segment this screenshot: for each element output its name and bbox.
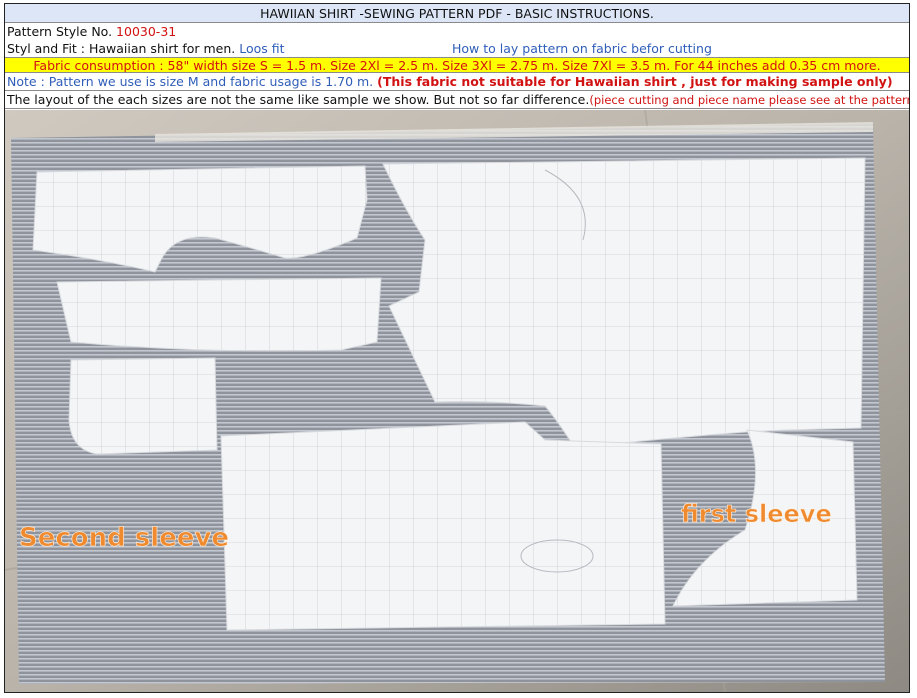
- style-fit-row: Styl and Fit : Hawaiian shirt for men. L…: [5, 40, 909, 57]
- style-fit-label: Styl and Fit : Hawaiian shirt for men.: [7, 41, 236, 56]
- pattern-style-row: Pattern Style No. 10030-31: [5, 23, 909, 40]
- note-text: Note : Pattern we use is size M and fabr…: [7, 74, 378, 89]
- layout-note-text: The layout of the each sizes are not the…: [7, 92, 590, 107]
- layout-note-row: The layout of the each sizes are not the…: [5, 91, 909, 109]
- note-warning: (This fabric not suitable for Hawaiian s…: [377, 74, 893, 89]
- pattern-piece-front: [220, 421, 666, 631]
- pattern-style-number: 10030-31: [116, 24, 177, 39]
- fabric-consumption: Fabric consumption : 58" width size S = …: [5, 57, 909, 73]
- first-sleeve-label: first sleeve: [681, 500, 832, 528]
- page-title: HAWIIAN SHIRT -SEWING PATTERN PDF - BASI…: [5, 4, 909, 23]
- note-row: Note : Pattern we use is size M and fabr…: [5, 73, 909, 91]
- instruction-sheet: HAWIIAN SHIRT -SEWING PATTERN PDF - BASI…: [4, 3, 910, 693]
- second-sleeve-label: Second sleeve: [19, 523, 229, 553]
- layout-note-detail: (piece cutting and piece name please see…: [589, 93, 909, 107]
- pattern-piece-collar: [56, 277, 382, 352]
- pattern-piece-pocket: [68, 357, 218, 455]
- pattern-style-label: Pattern Style No.: [7, 24, 117, 39]
- lay-pattern-note: How to lay pattern on fabric befor cutti…: [452, 41, 712, 56]
- layout-photo: Second sleeve first sleeve: [5, 110, 909, 692]
- fit-value: Loos fit: [235, 41, 285, 56]
